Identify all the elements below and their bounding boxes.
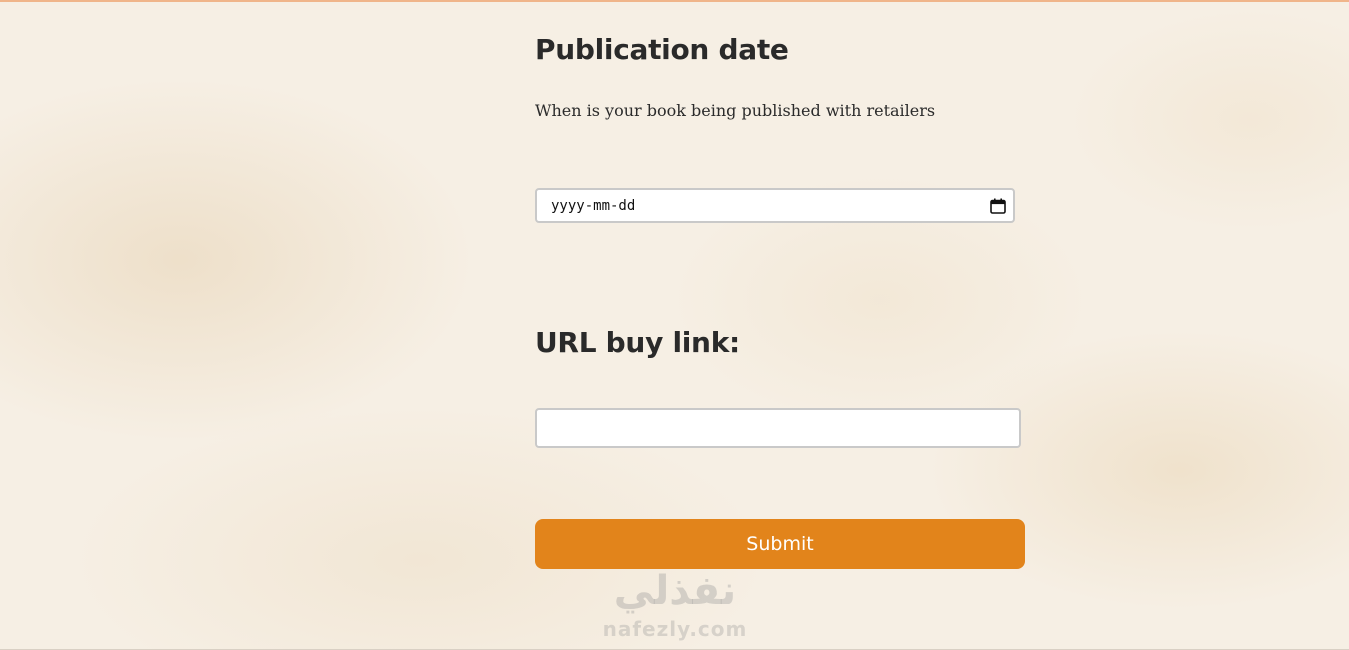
url-buy-link-input[interactable] <box>535 408 1021 448</box>
date-input-value: yyyy-mm-dd <box>551 197 636 214</box>
calendar-icon[interactable] <box>988 196 1008 216</box>
publication-date-heading: Publication date <box>535 33 789 66</box>
watermark-arabic-text: نفذلي <box>613 568 737 614</box>
url-buy-link-heading: URL buy link: <box>535 326 740 359</box>
nafezly-watermark: نفذلي nafezly.com <box>590 566 760 650</box>
publication-date-help-text: When is your book being published with r… <box>535 101 936 120</box>
page: { "publication_section": { "title": "Pub… <box>0 0 1349 650</box>
publication-date-input[interactable]: yyyy-mm-dd <box>535 188 1015 223</box>
watermark-latin-text: nafezly.com <box>602 617 748 641</box>
submit-button[interactable]: Submit <box>535 519 1025 569</box>
top-divider <box>0 0 1349 2</box>
